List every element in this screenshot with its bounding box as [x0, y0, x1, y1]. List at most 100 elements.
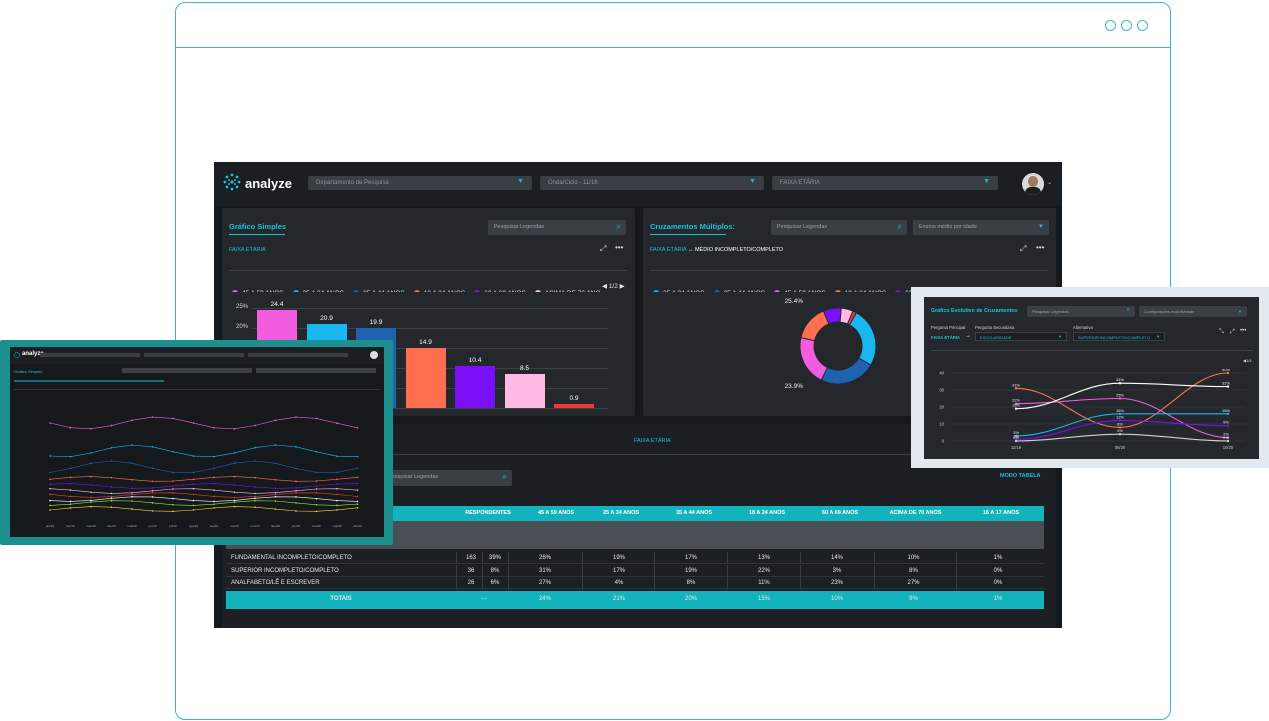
alternative-select[interactable]: SUPERIOR INCOMPLETO/COMPLETO ▼: [1073, 332, 1165, 341]
secondary-question-value: ESCOLARIDADE: [980, 335, 1012, 340]
window-dot-icon[interactable]: [1137, 20, 1148, 31]
data-point: [1118, 397, 1122, 400]
more-icon[interactable]: •••: [1240, 328, 1246, 334]
caret-down-icon: ▼: [1238, 309, 1242, 314]
bar[interactable]: [554, 404, 594, 408]
table-row[interactable]: SUPERIOR INCOMPLETO/COMPLETO 36 8% 31% 17% 19…: [226, 564, 1044, 577]
primary-question: FAIXA ETÁRIA: [931, 335, 960, 340]
legend-dot-icon: [474, 290, 481, 292]
window-dot-icon[interactable]: [1121, 20, 1132, 31]
point-label: 4%: [1117, 428, 1123, 433]
legend-pager[interactable]: ◀1/4: [1243, 358, 1252, 363]
evo-config-select[interactable]: Configurações evolutividade ▼: [1139, 306, 1247, 317]
point-label: 0%: [1013, 435, 1019, 440]
legend-item[interactable]: 25 A 34 ANOS: [292, 290, 344, 292]
avatar[interactable]: [370, 351, 378, 359]
panel-title: Gráfico Simples: [229, 222, 287, 231]
alternative-value: SUPERIOR INCOMPLETO/COMPLETO: [1078, 335, 1150, 340]
table-cell: 27%: [538, 580, 551, 586]
app-logo[interactable]: analyze: [245, 176, 292, 191]
column-header[interactable]: 45 A 59 ANOS: [526, 510, 586, 516]
chevron-down-icon[interactable]: ⌄: [1047, 179, 1052, 186]
totals-cell: 21%: [612, 596, 625, 602]
column-header[interactable]: 16 A 17 ANOS: [961, 510, 1041, 516]
mini-select[interactable]: [248, 353, 348, 357]
x-tick-label: nov/19: [250, 524, 259, 528]
cell-divider: [874, 564, 875, 577]
mini-select[interactable]: [40, 353, 140, 357]
profile-select[interactable]: FAIXA ETÁRIA ▼: [772, 176, 998, 190]
prev-icon[interactable]: ◀: [602, 283, 607, 290]
next-icon[interactable]: ▶: [620, 283, 625, 290]
mini-select[interactable]: [144, 353, 244, 357]
x-tick-label: jan/19: [45, 524, 55, 528]
series-line: [49, 476, 358, 482]
legend-search-input[interactable]: Pesquisar Legendas ⌕: [1027, 306, 1135, 317]
more-icon[interactable]: •••: [615, 243, 623, 252]
respondents-count: 36: [467, 567, 475, 574]
legend-pager[interactable]: ◀ 1/2 ▶: [602, 282, 625, 290]
expand-icon[interactable]: ⤢: [1020, 244, 1026, 254]
avatar[interactable]: [1022, 173, 1044, 195]
subtitle-part: FAIXA ETÁRIA: [650, 247, 687, 253]
legend-item[interactable]: 60 A 69 ANOS: [474, 290, 526, 292]
totals-cell: 1%: [993, 596, 1003, 602]
legend-item[interactable]: 45 A 59 ANOS: [774, 290, 826, 292]
bar[interactable]: [504, 374, 545, 408]
divider: [14, 389, 380, 390]
legend-item[interactable]: 18 A 24 ANOS: [413, 290, 465, 292]
collapse-icon[interactable]: ⤡: [1219, 329, 1224, 336]
wave-select[interactable]: Onda/Ciclo · 11/18 ▼: [540, 176, 764, 190]
column-header[interactable]: 18 A 24 ANOS: [732, 510, 802, 516]
table-mode-toggle[interactable]: MODO TABELA: [1000, 473, 1041, 479]
department-select[interactable]: Departamento de Pesquisa ▼: [308, 176, 532, 190]
expand-icon[interactable]: ⤢: [600, 244, 606, 254]
table-row[interactable]: ANALFABETO/LÊ E ESCREVER 26 6% 27% 4% 8% 11% 23…: [226, 577, 1044, 589]
legend-dot-icon: [834, 290, 841, 292]
more-icon[interactable]: •••: [1036, 243, 1044, 252]
cell-divider: [482, 577, 483, 589]
legend-item[interactable]: 25 A 34 ANOS: [653, 290, 705, 292]
crossing-select[interactable]: Ensino médio por idade ▼: [913, 220, 1049, 235]
bar[interactable]: [455, 366, 495, 408]
mini-top-bar: analyze: [10, 347, 384, 364]
expand-icon[interactable]: ⤢: [1230, 329, 1235, 336]
mini-select[interactable]: [256, 368, 376, 373]
table-row[interactable]: FUNDAMENTAL INCOMPLETO/COMPLETO 163 39% 26%…: [226, 552, 1044, 564]
legend-search-input[interactable]: Pesquisar Legendas ⌕: [488, 220, 626, 235]
mini-search[interactable]: [122, 368, 252, 373]
search-icon[interactable]: ⌕: [1127, 307, 1130, 314]
y-tick-label: 30: [939, 388, 944, 393]
legend-item[interactable]: 35 A 44 ANOS: [713, 290, 765, 292]
x-tick-label: out/19: [230, 524, 239, 528]
legend-item[interactable]: 45 A 59 ANOS: [232, 290, 284, 292]
point-label: 32%: [1222, 381, 1230, 386]
evolutive-line-chart: 40302010011/19 06/20 10/2022%25%2%31%8%40%…: [939, 369, 1246, 450]
legend-item[interactable]: ACIMA DE 70 ANOS: [534, 290, 600, 292]
legend-search-input[interactable]: Pesquisar Legendas ⌕: [771, 220, 907, 235]
legend-item[interactable]: 18 A 24 ANOS: [834, 290, 886, 292]
cell-divider: [456, 577, 457, 589]
column-header[interactable]: 25 A 34 ANOS: [586, 510, 656, 516]
evo-panel: Gráfico Evolutivo de Cruzamentos Pesquis…: [924, 297, 1259, 459]
table-cell: 4%: [614, 580, 624, 586]
point-label: 34%: [1116, 377, 1124, 382]
column-header[interactable]: RESPONDENTES: [458, 510, 518, 516]
cell-divider: [654, 564, 655, 577]
x-tick-label: jan/20: [291, 524, 301, 528]
totals-cell: 24%: [538, 596, 551, 602]
chart-legend: 45 A 59 ANOS 25 A 34 ANOS 35 A 44 ANOS 18 A…: [232, 282, 600, 292]
x-tick-label: 06/20: [1115, 445, 1126, 450]
legend-item[interactable]: 35 A 44 ANOS: [353, 290, 405, 292]
window-dot-icon[interactable]: [1105, 20, 1116, 31]
column-header[interactable]: 60 A 69 ANOS: [805, 510, 875, 516]
search-icon[interactable]: ⌕: [898, 222, 902, 232]
column-header[interactable]: 35 A 44 ANOS: [659, 510, 729, 516]
search-icon[interactable]: ⌕: [617, 222, 621, 232]
legend-search-input[interactable]: Pesquisar Legendas ⌕: [382, 470, 512, 486]
bar[interactable]: [405, 348, 446, 408]
secondary-question-select[interactable]: ESCOLARIDADE ▼: [975, 332, 1067, 341]
column-header[interactable]: ACIMA DE 70 ANOS: [878, 510, 953, 516]
x-tick-label: abr/19: [107, 524, 116, 528]
search-icon[interactable]: ⌕: [503, 472, 507, 482]
